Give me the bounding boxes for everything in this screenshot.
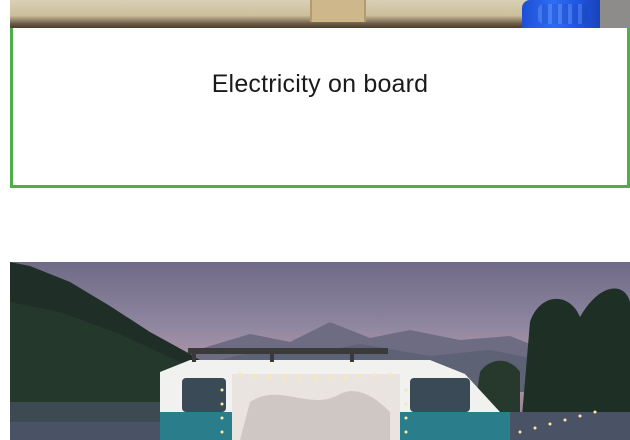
card-title: Electricity on board: [211, 70, 429, 98]
photo-blue-mat: [522, 0, 600, 28]
camper-van-scene: [10, 262, 630, 440]
photo-right-edge: [600, 0, 630, 28]
photo-box-detail: [310, 0, 366, 22]
bottom-photo: [10, 262, 630, 440]
top-photo: [10, 0, 630, 28]
info-card[interactable]: Electricity on board: [10, 28, 630, 188]
